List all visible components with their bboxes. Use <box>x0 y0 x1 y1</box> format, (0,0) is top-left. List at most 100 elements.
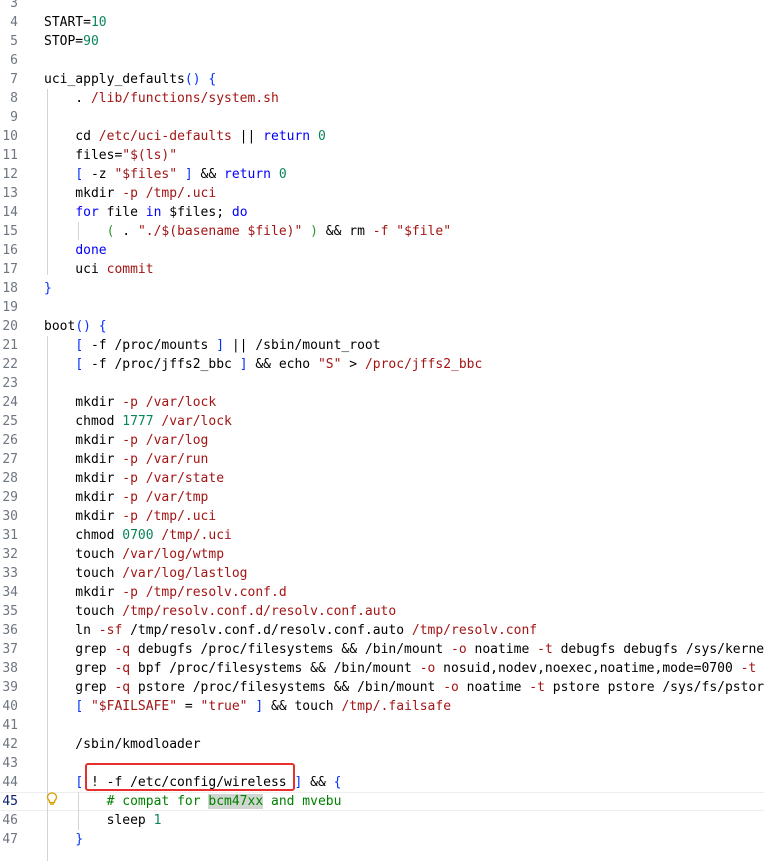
code-line[interactable]: touch /tmp/resolv.conf.d/resolv.conf.aut… <box>44 602 764 621</box>
code-line[interactable]: chmod 0700 /tmp/.uci <box>44 526 764 545</box>
code-token: } <box>75 832 84 847</box>
line-number: 9 <box>10 110 18 125</box>
code-line[interactable]: [ -f /proc/jffs2_bbc ] && echo "S" > /pr… <box>44 355 764 374</box>
code-token: -p <box>122 585 138 600</box>
code-line[interactable]: touch /var/log/lastlog <box>44 564 764 583</box>
code-line[interactable]: cd /etc/uci-defaults || return 0 <box>44 127 764 146</box>
lightbulb-icon[interactable] <box>46 792 58 806</box>
code-token: -o <box>443 680 459 695</box>
code-token: -t <box>537 642 553 657</box>
code-line[interactable]: mkdir -p /tmp/.uci <box>44 184 764 203</box>
code-token: mkdir <box>44 585 123 600</box>
code-line[interactable] <box>44 0 764 13</box>
code-line[interactable]: START=10 <box>44 13 764 32</box>
code-token: noatime <box>466 642 538 657</box>
code-line[interactable]: STOP=90 <box>44 32 764 51</box>
code-token: -f <box>372 224 389 239</box>
line-number: 29 <box>2 490 18 505</box>
code-token: bcm47xx <box>208 794 264 809</box>
code-token: /tmp/resolv.conf.d <box>145 585 287 600</box>
code-token: STOP= <box>44 34 84 49</box>
code-token: [ <box>75 338 84 353</box>
code-line[interactable]: } <box>44 279 764 298</box>
code-line[interactable]: # compat for bcm47xx and mvebu <box>0 792 764 811</box>
code-line[interactable]: [ "$FAILSAFE" = "true" ] && touch /tmp/.… <box>44 697 764 716</box>
code-line[interactable]: mkdir -p /var/log <box>44 431 764 450</box>
code-line[interactable]: boot() { <box>44 317 764 336</box>
code-line[interactable]: grep -q pstore /proc/filesystems && /bin… <box>44 678 764 697</box>
code-line[interactable]: touch /var/log/wtmp <box>44 545 764 564</box>
code-token: grep <box>44 661 115 676</box>
code-token: uci <box>44 262 107 277</box>
line-number: 11 <box>2 148 18 163</box>
code-token: /lib/functions/system.sh <box>90 91 279 106</box>
code-token: mkdir <box>44 433 123 448</box>
code-line[interactable]: done <box>44 241 764 260</box>
code-token: done <box>75 243 107 258</box>
code-line[interactable]: } <box>44 830 764 849</box>
code-token: touch <box>44 566 123 581</box>
code-token: -sf <box>98 623 123 638</box>
line-number: 36 <box>2 623 18 638</box>
code-line[interactable] <box>44 716 764 735</box>
code-token: /var/state <box>145 471 225 486</box>
code-token: "true" <box>200 699 248 714</box>
line-number: 40 <box>2 699 18 714</box>
code-line[interactable] <box>44 298 764 317</box>
code-line[interactable] <box>44 374 764 393</box>
code-line[interactable]: mkdir -p /var/state <box>44 469 764 488</box>
code-line[interactable]: . /lib/functions/system.sh <box>44 89 764 108</box>
code-editor[interactable]: 3 4 5 6 7 8 9 10 11 12 13 14 15 16 17 18 19 20 21 22 23 24 25 2… <box>0 0 764 861</box>
line-number: 21 <box>2 338 18 353</box>
code-line[interactable]: uci_apply_defaults() { <box>44 70 764 89</box>
line-number: 25 <box>2 414 18 429</box>
line-number: 26 <box>2 433 18 448</box>
line-number: 33 <box>2 566 18 581</box>
line-number: 10 <box>2 129 18 144</box>
line-number: 17 <box>2 262 18 277</box>
code-line[interactable]: ln -sf /tmp/resolv.conf.d/resolv.conf.au… <box>44 621 764 640</box>
code-line[interactable]: ( . "./$(basename $file)" ) && rm -f "$f… <box>44 222 764 241</box>
line-number: 7 <box>10 72 18 87</box>
code-line[interactable]: grep -q bpf /proc/filesystems && /bin/mo… <box>44 659 764 678</box>
line-number: 22 <box>2 357 18 372</box>
code-token: /tmp/resolv.conf <box>411 623 538 638</box>
code-token: /sbin/kmodloader <box>44 737 201 752</box>
code-token: file <box>98 205 146 220</box>
line-number: 44 <box>2 775 18 790</box>
code-line[interactable] <box>44 51 764 70</box>
code-line[interactable]: for file in $files; do <box>44 203 764 222</box>
code-token: "S" <box>317 357 342 372</box>
code-line[interactable]: mkdir -p /var/run <box>44 450 764 469</box>
line-number: 38 <box>2 661 18 676</box>
code-line[interactable]: mkdir -p /tmp/.uci <box>44 507 764 526</box>
code-token: "$(ls)" <box>122 148 178 163</box>
code-line[interactable]: files="$(ls)" <box>44 146 764 165</box>
code-line[interactable]: mkdir -p /tmp/resolv.conf.d <box>44 583 764 602</box>
code-line[interactable] <box>44 108 764 127</box>
code-line[interactable]: mkdir -p /var/lock <box>44 393 764 412</box>
code-line[interactable]: mkdir -p /var/tmp <box>44 488 764 507</box>
code-token: -z <box>83 167 115 182</box>
code-token: mkdir <box>44 452 123 467</box>
line-number: 47 <box>2 832 18 847</box>
code-token: -f /proc/jffs2_bbc <box>83 357 240 372</box>
code-token: noatime <box>458 680 530 695</box>
code-area[interactable]: START=10 STOP=90 uci_apply_defaults() { .… <box>0 0 764 849</box>
code-line[interactable]: [ -z "$files" ] && return 0 <box>44 165 764 184</box>
code-token: chmod <box>44 528 123 543</box>
code-line[interactable]: [ -f /proc/mounts ] || /sbin/mount_root <box>44 336 764 355</box>
code-line[interactable]: /sbin/kmodloader <box>44 735 764 754</box>
line-number: 3 <box>10 0 18 11</box>
code-token: [ <box>75 167 84 182</box>
code-line[interactable]: grep -q debugfs /proc/filesystems && /bi… <box>44 640 764 659</box>
code-line[interactable]: sleep 1 <box>44 811 764 830</box>
code-line[interactable]: chmod 1777 /var/lock <box>44 412 764 431</box>
code-line[interactable]: uci commit <box>44 260 764 279</box>
